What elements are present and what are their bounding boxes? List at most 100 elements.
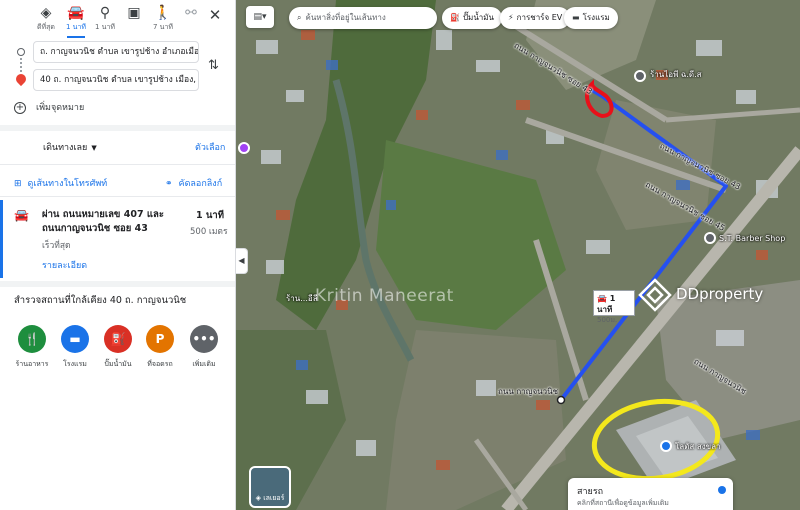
poi-pin-icon[interactable]: [634, 70, 646, 82]
car-icon: 🚘: [67, 5, 85, 21]
nearby-hotels-button[interactable]: ▬ โรงแรม: [55, 325, 95, 370]
directions-panel: ◈ ดีที่สุด 🚘 1 นาที ⚲ 1 นาที ▣ 🚶 7 นาที …: [0, 0, 236, 510]
route-dots-icon: [20, 58, 22, 72]
walk-icon: 🚶: [154, 5, 172, 21]
destination-pin-icon: [13, 71, 29, 87]
brand-text: DDproperty: [676, 285, 764, 303]
mode-transit[interactable]: ▣: [119, 4, 149, 36]
send-to-phone-link[interactable]: ⊞ ดูเส้นทางในโทรศัพท์: [14, 176, 107, 190]
map-menu-button[interactable]: ▤▾: [246, 6, 274, 28]
chip-label: การชาร์จ EV: [516, 13, 563, 22]
mode-label: 7 นาที: [152, 23, 173, 31]
chip-gas[interactable]: ⛽ ปั๊มน้ำมัน: [442, 7, 503, 29]
chip-hotel[interactable]: ▬ โรงแรม: [564, 7, 618, 29]
divider: [0, 125, 235, 131]
mode-bicycle[interactable]: ⚯: [176, 4, 206, 36]
route-details-link[interactable]: รายละเอียด: [42, 258, 87, 272]
poi-label: S.T. Barber Shop: [719, 234, 786, 243]
best-route-icon: ◈: [40, 5, 52, 21]
mode-label: 1 นาที: [94, 23, 115, 31]
map-imagery: [236, 0, 800, 510]
poi-label: ร้านไอพี ฉ.ดี.ส: [650, 70, 702, 79]
motorbike-icon: ⚲: [99, 5, 111, 21]
nearby-gas-stations-button[interactable]: ⛽ ปั๊มน้ำมัน: [98, 325, 138, 370]
options-link[interactable]: ตัวเลือก: [195, 140, 225, 154]
route-option[interactable]: 🚘 ผ่าน ถนนหมายเลข 407 และ ถนนกาญจนวนิช ซ…: [0, 200, 235, 278]
divider: [0, 196, 235, 197]
destination-input[interactable]: 40 ถ. กาญจนวนิช ตำบล เขารูปช้าง เมือง, ส…: [33, 69, 199, 91]
search-icon: ⌕: [297, 13, 302, 22]
poi-label: ร้าน...อีลี: [286, 294, 318, 303]
mode-car[interactable]: 🚘 1 นาที: [61, 4, 91, 38]
hotel-icon: ▬: [572, 13, 580, 22]
route-time-badge[interactable]: 🚘 1 นาที 500ม.: [593, 290, 635, 324]
layers-label: ◈ เลเยอร์: [251, 493, 289, 504]
depart-time-select[interactable]: เดินทางเลย ▼: [43, 140, 97, 154]
origin-input[interactable]: ถ. กาญจนวนิช ตำบล เขารูปช้าง อำเภอเมืองส…: [33, 41, 199, 63]
nearby-restaurants-button[interactable]: 🍴 ร้านอาหาร: [12, 325, 52, 370]
mode-label: 1 นาที: [65, 23, 86, 31]
transit-lines-card[interactable]: สายรถ คลิกที่สถานีเพื่อดูข้อมูลเพิ่มเติม: [568, 478, 733, 510]
nearby-parking-button[interactable]: P ที่จอดรถ: [140, 325, 180, 370]
gas-station-icon: ⛽: [450, 13, 460, 22]
search-placeholder: ค้นหาสิ่งที่อยู่ในเส้นทาง: [305, 13, 386, 22]
gas-station-icon: ⛽: [104, 325, 132, 353]
poi-pin-icon[interactable]: [238, 142, 250, 154]
mode-motorbike[interactable]: ⚲ 1 นาที: [90, 4, 120, 36]
route-via: ผ่าน ถนนหมายเลข 407 และ ถนนกาญจนวนิช ซอย…: [42, 209, 164, 234]
divider: [0, 281, 235, 287]
restaurant-icon: 🍴: [18, 325, 46, 353]
parking-icon: P: [146, 325, 174, 353]
mode-label: ดีที่สุด: [37, 23, 55, 31]
route-time: 1 นาที: [196, 210, 225, 221]
more-icon: •••: [190, 325, 218, 353]
route-distance: 500 เมตร: [190, 227, 228, 237]
ev-charging-icon: ⚡: [508, 13, 514, 22]
layers-label-text: เลเยอร์: [263, 494, 285, 502]
transit-card-title: สายรถ: [577, 487, 604, 497]
copy-link-button[interactable]: ⚭ คัดลอกลิงก์: [165, 176, 222, 190]
nearby-title: สำรวจสถานที่ใกล้เคียง 40 ถ. กาญจนวนิช: [14, 295, 187, 306]
collapse-panel-button[interactable]: ◀: [236, 248, 248, 274]
transit-icon: ▣: [127, 5, 141, 21]
mode-best[interactable]: ◈ ดีที่สุด: [31, 4, 61, 36]
origin-dot-icon: [17, 48, 25, 56]
copy-link-label: คัดลอกลิงก์: [178, 179, 223, 189]
divider: [0, 164, 235, 165]
link-icon: ⚭: [165, 179, 173, 189]
nearby-more-button[interactable]: ••• เพิ่มเติม: [184, 325, 224, 370]
close-icon[interactable]: ✕: [207, 6, 223, 24]
hotel-icon: ▬: [61, 325, 89, 353]
satellite-map[interactable]: ▤▾: [236, 0, 800, 510]
selected-route-indicator: [0, 200, 3, 278]
poi-label: โลตัส สงขลา: [675, 442, 721, 451]
toggle-dot-icon[interactable]: [718, 486, 726, 494]
depart-label: เดินทางเลย: [43, 143, 88, 153]
category-label: เพิ่มเติม: [192, 360, 216, 368]
badge-distance: 500ม.: [597, 316, 618, 324]
bicycle-icon: ⚯: [185, 5, 197, 21]
category-label: โรงแรม: [63, 360, 87, 368]
mode-walk[interactable]: 🚶 7 นาที: [148, 4, 178, 36]
watermark: Kritin Maneerat: [315, 286, 454, 306]
map-layers-button[interactable]: ◈ เลเยอร์: [249, 466, 291, 508]
car-icon: 🚘: [14, 208, 29, 222]
send-to-phone-label: ดูเส้นทางในโทรศัพท์: [27, 179, 108, 189]
transit-card-subtitle: คลิกที่สถานีเพื่อดูข้อมูลเพิ่มเติม: [577, 499, 669, 507]
phone-route-icon: ⊞: [14, 179, 22, 189]
swap-icon[interactable]: ⇅: [208, 58, 219, 73]
chip-label: ปั๊มน้ำมัน: [462, 13, 495, 22]
route-search-input[interactable]: ⌕ ค้นหาสิ่งที่อยู่ในเส้นทาง: [289, 7, 437, 29]
ddproperty-logo-icon: [638, 278, 672, 312]
poi-pin-icon[interactable]: [704, 232, 716, 244]
add-icon: +: [14, 101, 26, 114]
chip-ev[interactable]: ⚡ การชาร์จ EV: [500, 7, 571, 29]
category-label: ร้านอาหาร: [15, 360, 49, 368]
travel-mode-bar: ◈ ดีที่สุด 🚘 1 นาที ⚲ 1 นาที ▣ 🚶 7 นาที …: [0, 4, 235, 38]
shopping-pin-icon[interactable]: [660, 440, 672, 452]
caret-down-icon: ▼: [91, 144, 97, 152]
add-destination-label: เพิ่มจุดหมาย: [36, 103, 85, 113]
add-destination-button[interactable]: + เพิ่มจุดหมาย: [14, 100, 84, 114]
chip-label: โรงแรม: [582, 13, 610, 22]
category-label: ที่จอดรถ: [147, 360, 173, 368]
